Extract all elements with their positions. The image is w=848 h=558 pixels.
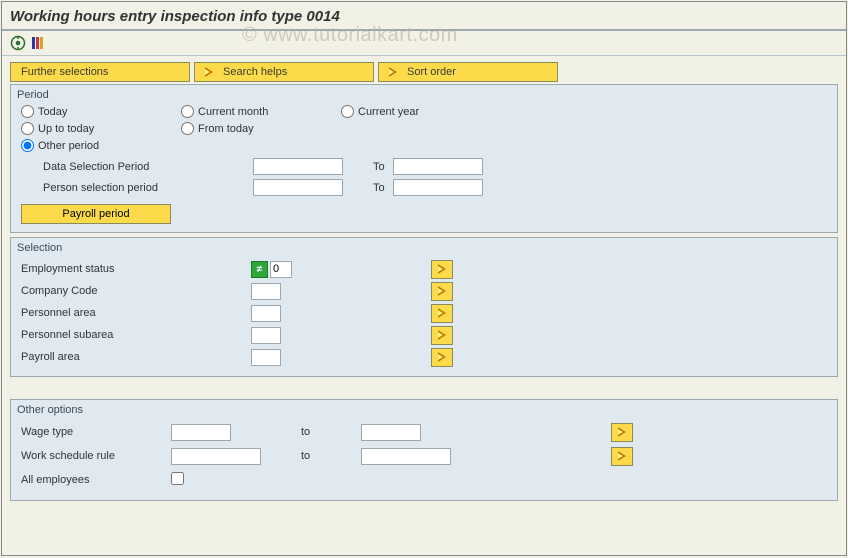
- selection-value-input[interactable]: [251, 283, 281, 300]
- arrow-right-icon: [618, 451, 626, 461]
- radio-input[interactable]: [181, 105, 194, 118]
- selection-value-input[interactable]: [251, 327, 281, 344]
- multiple-selection-button[interactable]: [431, 348, 453, 367]
- label: Other period: [38, 140, 99, 152]
- selection-row: Company Code: [21, 280, 827, 302]
- period-group: Period Today Current month Current year …: [10, 84, 838, 233]
- search-helps-button[interactable]: Search helps: [194, 62, 374, 82]
- radio-input[interactable]: [21, 105, 34, 118]
- selection-row: Employment status≠: [21, 258, 827, 280]
- multiple-selection-button[interactable]: [431, 326, 453, 345]
- selection-buttons-row: Further selections Search helps Sort ord…: [10, 62, 838, 82]
- multiple-selection-button[interactable]: [431, 260, 453, 279]
- payroll-period-button[interactable]: Payroll period: [21, 204, 171, 224]
- arrow-right-icon: [389, 67, 397, 77]
- arrow-right-icon: [438, 286, 446, 296]
- selection-group: Selection Employment status≠Company Code…: [10, 237, 838, 377]
- data-selection-period-row: Data Selection Period To: [43, 158, 827, 175]
- wage-type-multi-button[interactable]: [611, 423, 633, 442]
- label: Current year: [358, 106, 419, 118]
- label: Today: [38, 106, 67, 118]
- person-selection-to-input[interactable]: [393, 179, 483, 196]
- selection-value-input[interactable]: [251, 349, 281, 366]
- arrow-right-icon: [205, 67, 213, 77]
- radio-input[interactable]: [21, 139, 34, 152]
- not-equal-icon[interactable]: ≠: [251, 261, 268, 278]
- label: Payroll area: [21, 351, 251, 363]
- execute-icon[interactable]: [10, 35, 26, 51]
- to-label: To: [373, 182, 385, 194]
- label: Data Selection Period: [43, 161, 253, 173]
- selection-row: Payroll area: [21, 346, 827, 368]
- label: From today: [198, 123, 254, 135]
- radio-current-month[interactable]: Current month: [181, 105, 341, 118]
- wsr-to-input[interactable]: [361, 448, 451, 465]
- wage-type-row: Wage type to: [21, 420, 827, 444]
- radio-input[interactable]: [341, 105, 354, 118]
- work-schedule-rule-row: Work schedule rule to: [21, 444, 827, 468]
- all-employees-checkbox[interactable]: [171, 472, 184, 485]
- person-selection-from-input[interactable]: [253, 179, 343, 196]
- label: Further selections: [21, 66, 108, 78]
- arrow-right-icon: [438, 330, 446, 340]
- wage-type-from-input[interactable]: [171, 424, 231, 441]
- arrow-right-icon: [438, 264, 446, 274]
- app-toolbar: [2, 31, 846, 56]
- all-employees-row: All employees: [21, 468, 827, 492]
- label: Employment status: [21, 263, 251, 275]
- wage-type-to-input[interactable]: [361, 424, 421, 441]
- radio-input[interactable]: [181, 122, 194, 135]
- label: Wage type: [21, 426, 171, 438]
- radio-input[interactable]: [21, 122, 34, 135]
- data-selection-to-input[interactable]: [393, 158, 483, 175]
- multiple-selection-button[interactable]: [431, 282, 453, 301]
- page-title: Working hours entry inspection info type…: [2, 2, 846, 31]
- arrow-right-icon: [438, 352, 446, 362]
- label: Person selection period: [43, 182, 253, 194]
- wsr-multi-button[interactable]: [611, 447, 633, 466]
- label: Up to today: [38, 123, 94, 135]
- to-label: to: [301, 450, 361, 462]
- label: Personnel subarea: [21, 329, 251, 341]
- variant-icon[interactable]: [29, 35, 45, 51]
- selection-row: Personnel subarea: [21, 324, 827, 346]
- to-label: To: [373, 161, 385, 173]
- selection-value-input[interactable]: [270, 261, 292, 278]
- arrow-right-icon: [438, 308, 446, 318]
- radio-today[interactable]: Today: [21, 105, 181, 118]
- period-legend: Period: [17, 89, 827, 101]
- label: All employees: [21, 474, 171, 486]
- label: Personnel area: [21, 307, 251, 319]
- label: Sort order: [407, 66, 456, 78]
- radio-other-period[interactable]: Other period: [21, 139, 181, 152]
- sort-order-button[interactable]: Sort order: [378, 62, 558, 82]
- multiple-selection-button[interactable]: [431, 304, 453, 323]
- further-selections-button[interactable]: Further selections: [10, 62, 190, 82]
- other-options-legend: Other options: [17, 404, 827, 416]
- radio-current-year[interactable]: Current year: [341, 105, 501, 118]
- selection-row: Personnel area: [21, 302, 827, 324]
- selection-legend: Selection: [17, 242, 827, 254]
- label: Company Code: [21, 285, 251, 297]
- arrow-right-icon: [618, 427, 626, 437]
- selection-value-input[interactable]: [251, 305, 281, 322]
- label: Work schedule rule: [21, 450, 171, 462]
- radio-from-today[interactable]: From today: [181, 122, 341, 135]
- to-label: to: [301, 426, 361, 438]
- person-selection-period-row: Person selection period To: [43, 179, 827, 196]
- data-selection-from-input[interactable]: [253, 158, 343, 175]
- wsr-from-input[interactable]: [171, 448, 261, 465]
- radio-up-to-today[interactable]: Up to today: [21, 122, 181, 135]
- label: Search helps: [223, 66, 287, 78]
- other-options-group: Other options Wage type to Work schedule…: [10, 399, 838, 501]
- label: Current month: [198, 106, 268, 118]
